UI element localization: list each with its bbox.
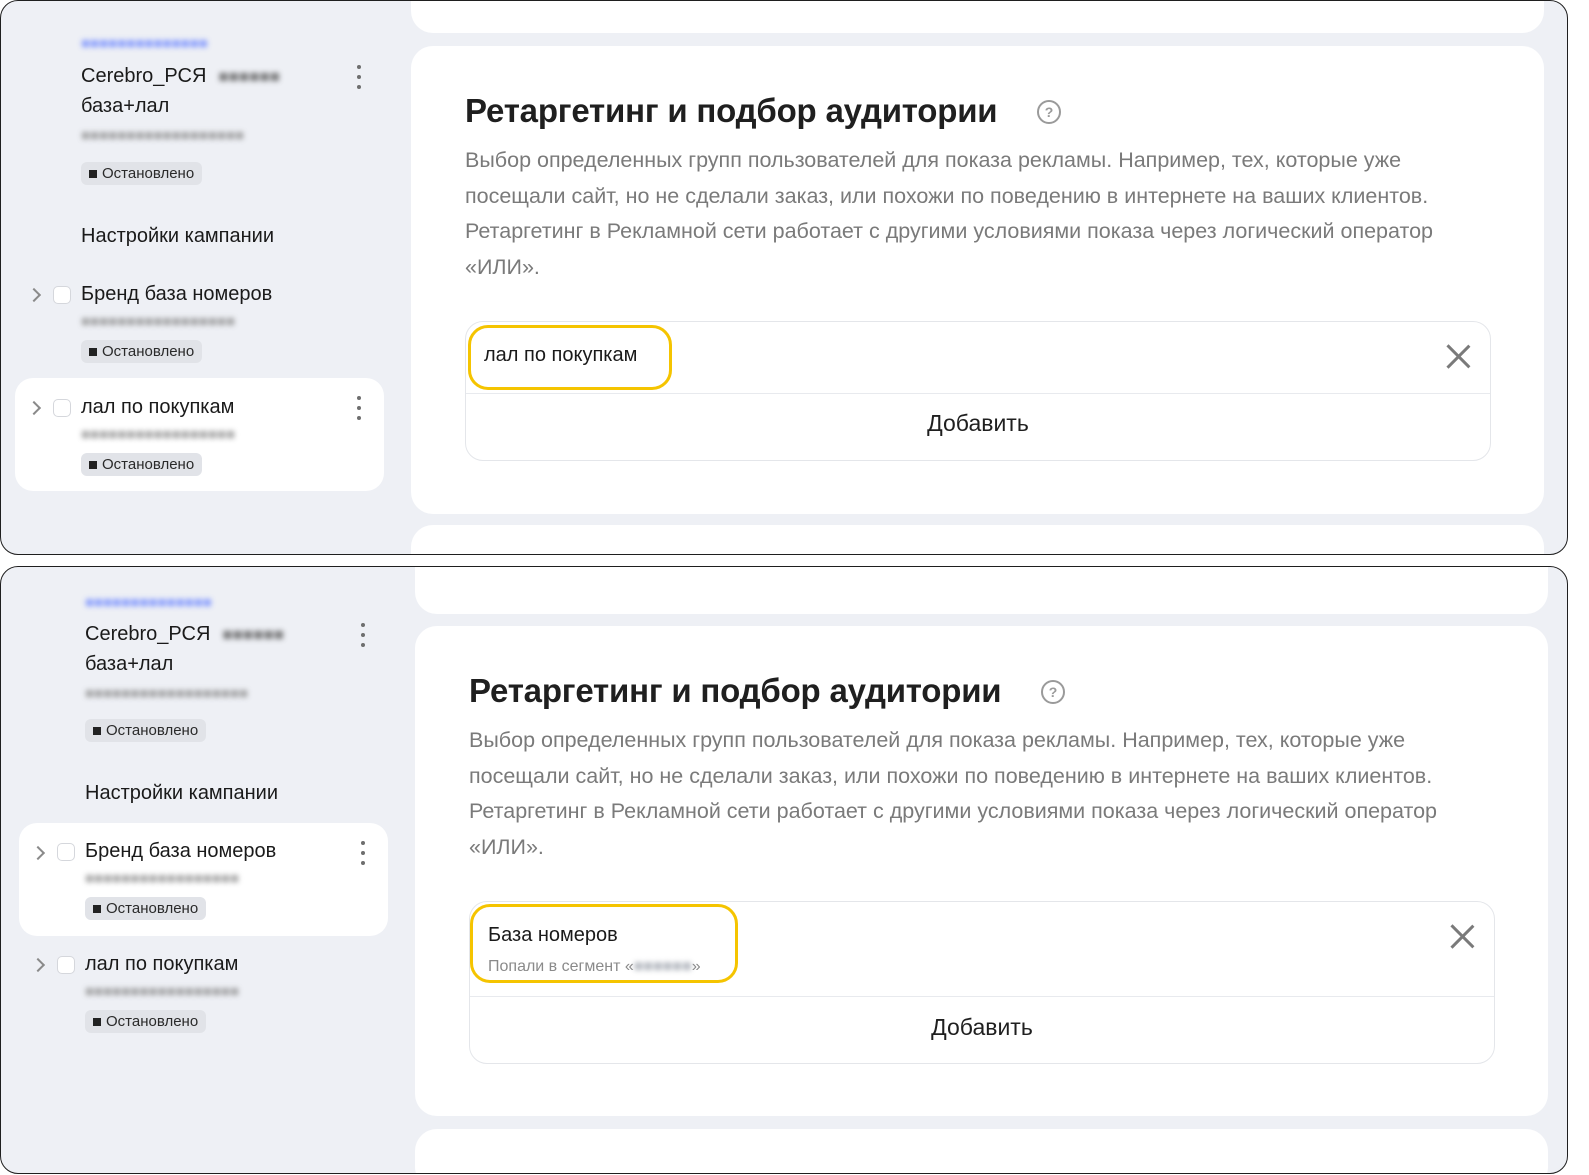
group-name[interactable]: Бренд база номеров	[85, 840, 276, 863]
help-icon[interactable]: ?	[1041, 680, 1065, 704]
campaign-settings-link[interactable]: Настройки кампании	[81, 225, 274, 248]
campaign-id-link-redacted[interactable]: ■■■■■■■■■■■■■■	[85, 594, 212, 611]
segment-name-redacted: ■■■■■■	[633, 958, 692, 975]
condition-name[interactable]: лал по покупкам	[484, 344, 637, 367]
condition-box: База номеров Попали в сегмент «■■■■■■» Д…	[469, 901, 1495, 1064]
status-square-icon	[93, 726, 101, 735]
group-name[interactable]: Бренд база номеров	[81, 283, 272, 306]
add-condition-button[interactable]: Добавить	[470, 1014, 1494, 1063]
group-name[interactable]: лал по покупкам	[85, 953, 238, 976]
status-square-icon	[93, 1017, 101, 1026]
condition-name[interactable]: База номеров	[488, 924, 618, 947]
group-meta-redacted: ■■■■■■■■■■■■■■■■■	[81, 313, 236, 330]
status-badge: Остановлено	[81, 162, 203, 185]
status-square-icon	[89, 347, 97, 356]
close-icon[interactable]	[1448, 922, 1476, 950]
kebab-icon[interactable]	[358, 841, 368, 865]
next-card	[415, 1129, 1548, 1173]
group-meta-redacted: ■■■■■■■■■■■■■■■■■	[85, 870, 240, 887]
status-square-icon	[89, 169, 97, 178]
campaign-title[interactable]: Cerebro_РСЯ ■■■■■■	[85, 619, 284, 650]
campaign-title-redacted: ■■■■■■	[218, 67, 280, 86]
help-icon[interactable]: ?	[1037, 100, 1061, 124]
retargeting-card: Ретаргетинг и подбор аудитории ? Выбор о…	[411, 46, 1544, 514]
next-card	[411, 525, 1544, 554]
campaign-title-text: Cerebro_РСЯ	[85, 623, 211, 645]
previous-card	[415, 567, 1548, 614]
kebab-icon[interactable]	[354, 396, 364, 420]
kebab-icon[interactable]	[354, 65, 364, 89]
previous-card	[411, 1, 1544, 33]
status-square-icon	[89, 460, 97, 469]
group-checkbox[interactable]	[53, 399, 71, 417]
close-icon[interactable]	[1444, 342, 1472, 370]
campaign-subtitle: база+лал	[81, 95, 170, 117]
campaign-title-redacted: ■■■■■■	[222, 625, 284, 644]
campaign-subtitle: база+лал	[85, 653, 174, 675]
condition-row: лал по покупкам	[466, 322, 1490, 394]
chevron-right-icon[interactable]	[26, 287, 42, 303]
group-name[interactable]: лал по покупкам	[81, 396, 234, 419]
screenshot-top: ■■■■■■■■■■■■■■ Cerebro_РСЯ ■■■■■■ база+ла…	[0, 0, 1568, 555]
status-badge: Остановлено	[81, 453, 203, 476]
add-condition-button[interactable]: Добавить	[466, 410, 1490, 460]
status-badge: Остановлено	[85, 1010, 207, 1033]
section-description: Выбор определенных групп пользователей д…	[469, 728, 1438, 859]
status-badge: Остановлено	[81, 340, 203, 363]
campaign-meta-redacted: ■■■■■■■■■■■■■■■■■■	[85, 685, 249, 702]
chevron-right-icon[interactable]	[30, 957, 46, 973]
section-title: Ретаргетинг и подбор аудитории	[469, 672, 1002, 709]
status-badge: Остановлено	[85, 719, 207, 742]
condition-detail: Попали в сегмент «■■■■■■»	[488, 958, 701, 975]
status-badge: Остановлено	[85, 897, 207, 920]
campaign-id-link-redacted[interactable]: ■■■■■■■■■■■■■■	[81, 35, 208, 52]
section-description: Выбор определенных групп пользователей д…	[465, 148, 1434, 279]
kebab-icon[interactable]	[358, 623, 368, 647]
retargeting-card: Ретаргетинг и подбор аудитории ? Выбор о…	[415, 626, 1548, 1116]
section-title: Ретаргетинг и подбор аудитории	[465, 92, 998, 129]
condition-box: лал по покупкам Добавить	[465, 321, 1491, 461]
campaign-meta-redacted: ■■■■■■■■■■■■■■■■■■	[81, 127, 245, 144]
screenshot-bottom: ■■■■■■■■■■■■■■ Cerebro_РСЯ ■■■■■■ база+ла…	[0, 566, 1568, 1174]
sidebar: ■■■■■■■■■■■■■■ Cerebro_РСЯ ■■■■■■ база+ла…	[1, 567, 411, 1173]
campaign-title[interactable]: Cerebro_РСЯ ■■■■■■	[81, 61, 280, 92]
group-meta-redacted: ■■■■■■■■■■■■■■■■■	[85, 983, 240, 1000]
status-square-icon	[93, 904, 101, 913]
group-checkbox[interactable]	[57, 956, 75, 974]
sidebar: ■■■■■■■■■■■■■■ Cerebro_РСЯ ■■■■■■ база+ла…	[1, 1, 411, 554]
campaign-title-text: Cerebro_РСЯ	[81, 65, 207, 87]
condition-row: База номеров Попали в сегмент «■■■■■■»	[470, 902, 1494, 997]
group-checkbox[interactable]	[53, 286, 71, 304]
group-checkbox[interactable]	[57, 843, 75, 861]
group-meta-redacted: ■■■■■■■■■■■■■■■■■	[81, 426, 236, 443]
campaign-settings-link[interactable]: Настройки кампании	[85, 782, 278, 805]
